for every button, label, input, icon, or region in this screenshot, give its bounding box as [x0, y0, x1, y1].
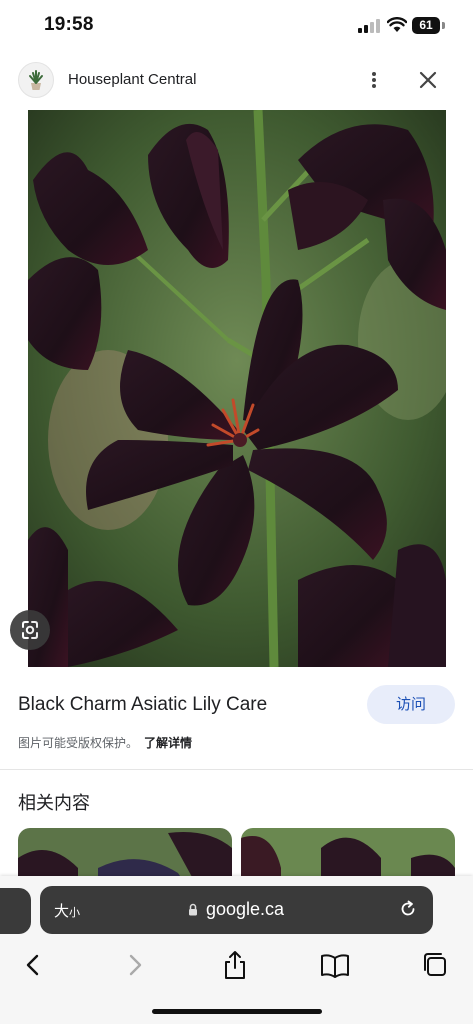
address-bar[interactable]: 大小 google.ca — [40, 886, 433, 934]
copyright-notice: 图片可能受版权保护。 了解详情 — [18, 734, 192, 751]
google-lens-icon — [22, 621, 38, 639]
bookmarks-icon[interactable] — [318, 948, 352, 982]
lock-icon — [189, 903, 197, 916]
lily-photo[interactable] — [28, 110, 446, 667]
image-title: Black Charm Asiatic Lily Care — [18, 694, 268, 715]
tabs-icon[interactable] — [418, 948, 452, 982]
copyright-text: 图片可能受版权保护。 — [18, 736, 139, 750]
site-header: Houseplant Central — [0, 52, 473, 108]
url-text[interactable]: google.ca — [206, 899, 284, 920]
text-size-small: 小 — [69, 907, 81, 919]
potted-plant-icon — [18, 62, 54, 98]
image-info: Black Charm Asiatic Lily Care 访问 — [0, 678, 473, 734]
divider — [0, 769, 473, 770]
more-options-button[interactable] — [362, 66, 386, 94]
text-size-button[interactable]: 大小 — [54, 900, 80, 921]
cellular-signal-icon — [358, 19, 380, 33]
related-title: 相关内容 — [18, 793, 90, 813]
browser-toolbar: 大小 google.ca — [0, 876, 473, 1024]
clock: 19:58 — [44, 14, 94, 35]
close-button[interactable] — [414, 66, 442, 94]
site-name[interactable]: Houseplant Central — [68, 71, 196, 88]
forward-button[interactable] — [118, 948, 152, 982]
status-bar: 19:58 61 — [0, 0, 473, 52]
close-icon — [419, 71, 437, 89]
visit-button[interactable]: 访问 — [367, 685, 455, 724]
back-button[interactable] — [16, 948, 50, 982]
previous-tab-pill[interactable] — [0, 888, 31, 934]
battery-indicator: 61 — [412, 17, 440, 34]
share-icon[interactable] — [218, 948, 252, 982]
lens-search-button[interactable] — [10, 610, 50, 650]
reload-icon[interactable] — [398, 899, 418, 919]
home-indicator — [152, 1009, 322, 1014]
wifi-icon — [387, 17, 407, 32]
battery-tip — [442, 22, 445, 29]
learn-more-link[interactable]: 了解详情 — [144, 736, 192, 750]
text-size-large: 大 — [54, 903, 70, 920]
